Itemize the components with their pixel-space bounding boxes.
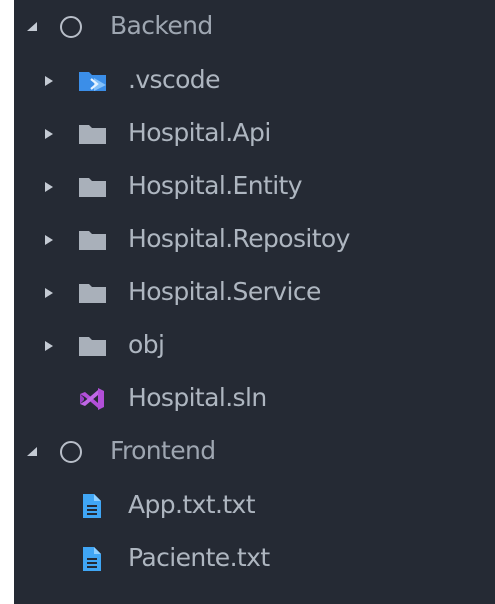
file-explorer-panel: Backend .vscode Hospital.Api Hospital.En…: [14, 0, 495, 604]
tree-item-hospital-entity[interactable]: Hospital.Entity: [14, 160, 495, 213]
tree-item-label: .vscode: [128, 65, 220, 94]
triangle-right-icon[interactable]: [43, 234, 55, 246]
circle-outline-icon: [59, 440, 83, 464]
folder-icon: [78, 175, 108, 199]
tree-item-label: Hospital.Entity: [128, 171, 303, 200]
triangle-down-icon[interactable]: [26, 446, 38, 458]
tree-item-hospital-sln[interactable]: Hospital.sln: [14, 372, 495, 425]
tree-item-hospital-service[interactable]: Hospital.Service: [14, 266, 495, 319]
circle-outline-icon: [59, 15, 83, 39]
triangle-right-icon[interactable]: [43, 287, 55, 299]
tree-item-label: App.txt.txt: [128, 490, 256, 519]
tree-item-obj[interactable]: obj: [14, 319, 495, 372]
vscode-folder-icon: [78, 69, 108, 93]
tree-root-label: Backend: [110, 11, 213, 40]
tree-root-frontend[interactable]: Frontend: [14, 425, 495, 478]
folder-icon: [78, 281, 108, 305]
tree-item-vscode[interactable]: .vscode: [14, 54, 495, 107]
tree-root-label: Frontend: [110, 436, 216, 465]
tree-item-label: Hospital.Repositoy: [128, 224, 350, 253]
tree-item-paciente-txt[interactable]: Paciente.txt: [14, 532, 495, 585]
tree-root-backend[interactable]: Backend: [14, 0, 495, 53]
tree-item-hospital-repositoy[interactable]: Hospital.Repositoy: [14, 213, 495, 266]
tree-item-label: Paciente.txt: [128, 543, 270, 572]
triangle-right-icon[interactable]: [43, 128, 55, 140]
tree-item-app-txt[interactable]: App.txt.txt: [14, 479, 495, 532]
document-icon: [78, 493, 106, 519]
document-icon: [78, 546, 106, 572]
tree-item-label: obj: [128, 330, 165, 359]
triangle-right-icon[interactable]: [43, 75, 55, 87]
tree-item-label: Hospital.Service: [128, 277, 321, 306]
triangle-right-icon[interactable]: [43, 340, 55, 352]
tree-item-label: Hospital.Api: [128, 118, 271, 147]
visual-studio-icon: [78, 386, 106, 412]
triangle-down-icon[interactable]: [26, 21, 38, 33]
folder-icon: [78, 334, 108, 358]
tree-item-hospital-api[interactable]: Hospital.Api: [14, 107, 495, 160]
triangle-right-icon[interactable]: [43, 181, 55, 193]
folder-icon: [78, 228, 108, 252]
folder-icon: [78, 122, 108, 146]
tree-item-label: Hospital.sln: [128, 383, 267, 412]
